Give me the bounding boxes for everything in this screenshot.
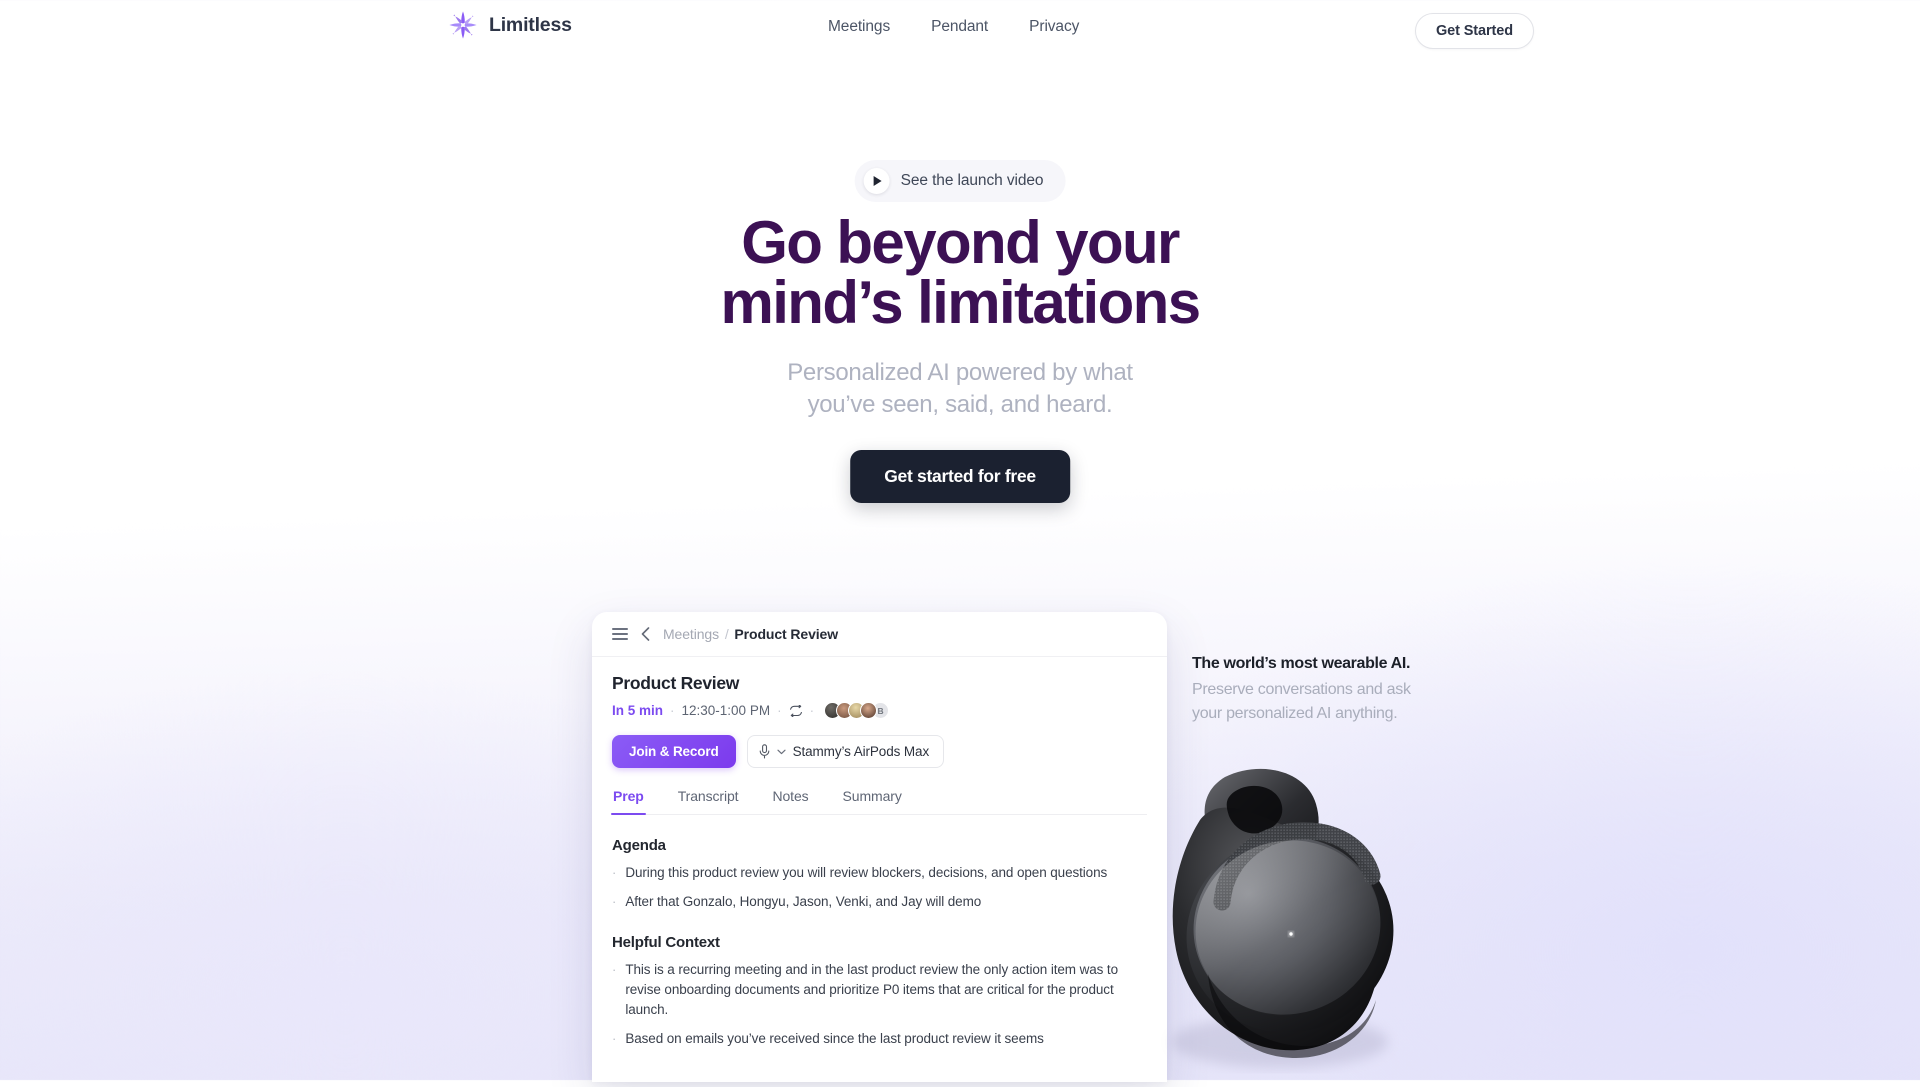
app-body: Product Review In 5 min · 12:30-1:00 PM …: [592, 657, 1167, 1049]
attendee-avatar-stack[interactable]: B: [824, 702, 890, 719]
selected-device-label: Stammy’s AirPods Max: [792, 744, 930, 759]
meeting-time-range: 12:30-1:00 PM: [681, 703, 771, 718]
subhead-line-2: you’ve seen, said, and heard.: [807, 391, 1113, 418]
pendant-callout-heading: The world’s most wearable AI.: [1192, 655, 1411, 672]
top-navigation: Limitless Meetings Pendant Privacy Get S…: [0, 0, 1920, 62]
breadcrumb-current: Product Review: [734, 626, 839, 642]
nav-links: Meetings Pendant Privacy: [828, 18, 1079, 36]
nav-link-meetings[interactable]: Meetings: [828, 18, 890, 36]
headline-line-2: mind’s limitations: [720, 269, 1201, 336]
hero-headline: Go beyond your mind’s limitations: [0, 213, 1920, 333]
hero-subheadline: Personalized AI powered by what you’ve s…: [0, 357, 1920, 421]
play-icon: [863, 168, 890, 194]
repeat-icon: [789, 704, 803, 717]
get-started-free-button[interactable]: Get started for free: [850, 450, 1070, 503]
bullet-text: During this product review you will revi…: [625, 865, 1108, 880]
bullet-text: This is a recurring meeting and in the l…: [625, 962, 1118, 1017]
pendant-callout: The world’s most wearable AI. Preserve c…: [1192, 652, 1467, 726]
bullet-icon: ·: [612, 962, 617, 977]
meeting-app-card: Meetings / Product Review Product Review…: [592, 612, 1167, 1082]
nav-link-privacy[interactable]: Privacy: [1029, 18, 1079, 36]
breadcrumb: Meetings / Product Review: [663, 626, 838, 642]
hamburger-menu-icon[interactable]: [612, 628, 628, 640]
join-and-record-button[interactable]: Join & Record: [612, 735, 736, 768]
meeting-title: Product Review: [612, 673, 740, 693]
list-item: · After that Gonzalo, Hongyu, Jason, Ven…: [612, 892, 1147, 912]
section-helpful-context: Helpful Context · This is a recurring me…: [612, 934, 1147, 1049]
meeting-starts-in: In 5 min: [612, 703, 664, 718]
tab-notes[interactable]: Notes: [772, 788, 808, 814]
bullet-text: Based on emails you’ve received since th…: [625, 1031, 1044, 1046]
pendant-body-line-1: Preserve conversations and ask: [1192, 681, 1411, 698]
pendant-callout-body: Preserve conversations and ask your pers…: [1192, 678, 1467, 726]
brand-logo[interactable]: Limitless: [448, 10, 572, 40]
launch-video-label: See the launch video: [900, 172, 1044, 189]
chevron-left-icon[interactable]: [641, 627, 650, 641]
meeting-tabs: Prep Transcript Notes Summary: [611, 788, 1147, 815]
chevron-down-icon: [776, 749, 786, 755]
section-heading: Agenda: [612, 837, 666, 854]
section-heading: Helpful Context: [612, 934, 720, 951]
get-started-button[interactable]: Get Started: [1414, 13, 1534, 49]
avatar: [860, 702, 878, 719]
launch-video-button[interactable]: See the launch video: [854, 160, 1066, 202]
meeting-meta: In 5 min · 12:30-1:00 PM · · B: [612, 702, 1147, 719]
meta-separator-2: ·: [777, 703, 782, 718]
brand-name: Limitless: [489, 13, 572, 36]
breadcrumb-parent[interactable]: Meetings: [663, 626, 719, 642]
star-burst-icon: [449, 11, 477, 39]
tab-summary[interactable]: Summary: [843, 788, 902, 814]
meta-separator-1: ·: [670, 703, 675, 718]
bullet-icon: ·: [612, 894, 617, 909]
section-agenda: Agenda · During this product review you …: [612, 837, 1147, 912]
nav-link-pendant[interactable]: Pendant: [931, 18, 988, 36]
pendant-body-line-2: your personalized AI anything.: [1192, 705, 1398, 722]
tab-transcript[interactable]: Transcript: [678, 788, 739, 814]
bullet-icon: ·: [612, 1031, 617, 1046]
microphone-icon: [759, 744, 770, 759]
app-topbar: Meetings / Product Review: [592, 612, 1167, 657]
tab-prep[interactable]: Prep: [611, 788, 646, 815]
breadcrumb-separator: /: [724, 626, 729, 642]
pendant-product-image: [1130, 742, 1400, 1082]
audio-device-selector[interactable]: Stammy’s AirPods Max: [746, 735, 945, 768]
list-item: · Based on emails you’ve received since …: [612, 1029, 1147, 1049]
list-item: · During this product review you will re…: [612, 863, 1147, 883]
meta-separator-3: ·: [809, 703, 815, 718]
headline-line-1: Go beyond your: [741, 209, 1180, 276]
meeting-actions: Join & Record Stammy’s AirPods Max: [612, 735, 1147, 768]
bullet-text: After that Gonzalo, Hongyu, Jason, Venki…: [625, 894, 982, 909]
list-item: · This is a recurring meeting and in the…: [612, 960, 1147, 1020]
bullet-icon: ·: [612, 865, 617, 880]
subhead-line-1: Personalized AI powered by what: [787, 359, 1133, 386]
